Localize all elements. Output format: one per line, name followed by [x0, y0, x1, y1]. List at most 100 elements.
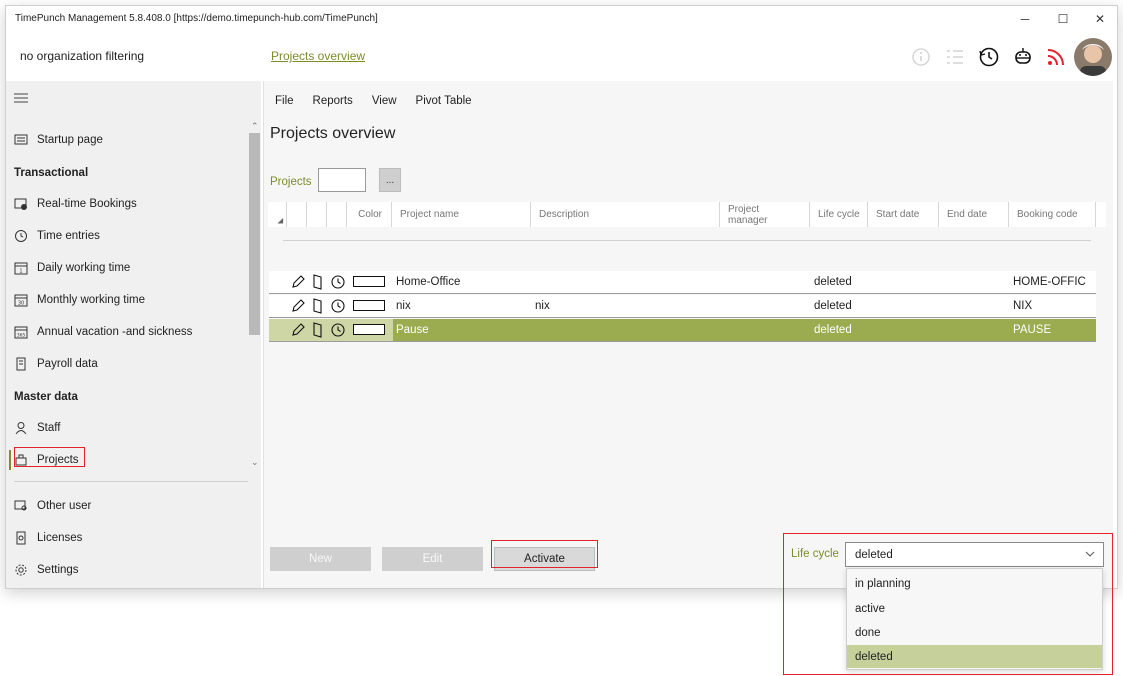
cell-project-name: Home-Office [396, 276, 461, 288]
document-icon [13, 356, 29, 372]
menu-view[interactable]: View [372, 95, 397, 113]
header-life-cycle[interactable]: Life cycle [810, 202, 868, 227]
option-done[interactable]: done [847, 621, 1102, 644]
sidebar-item-settings[interactable]: Settings [13, 559, 79, 581]
menu-reports[interactable]: Reports [313, 95, 353, 113]
cell-booking-code: PAUSE [1013, 324, 1052, 336]
gear-icon [13, 562, 29, 578]
info-icon[interactable] [910, 46, 932, 68]
sidebar-item-label: Staff [37, 422, 61, 434]
cell-project-name: Pause [396, 324, 429, 336]
projects-browse-button[interactable]: ... [379, 168, 401, 192]
robot-icon[interactable] [1012, 46, 1034, 68]
clock-icon [13, 228, 29, 244]
sidebar-item-label: Startup page [37, 134, 103, 146]
clock-screen-icon [13, 196, 29, 212]
edit-button[interactable]: Edit [382, 547, 483, 571]
life-cycle-select[interactable]: deleted [845, 542, 1104, 567]
cell-booking-code: NIX [1013, 300, 1033, 312]
cell-life-cycle: deleted [814, 324, 852, 336]
select-all-corner[interactable] [268, 202, 287, 227]
header-description[interactable]: Description [531, 202, 720, 227]
option-active[interactable]: active [847, 597, 1102, 620]
sidebar-item-real-time-bookings[interactable]: Real-time Bookings [13, 193, 137, 215]
screen-icon [13, 132, 29, 148]
breadcrumb-projects-overview[interactable]: Projects overview [271, 49, 365, 63]
user-avatar[interactable] [1074, 38, 1112, 76]
sidebar-item-label: Settings [37, 564, 79, 576]
header-color[interactable]: Color [347, 202, 392, 227]
cell-booking-code: HOME-OFFIC [1013, 276, 1086, 288]
pencil-icon[interactable] [290, 298, 306, 314]
option-deleted[interactable]: deleted [847, 645, 1102, 668]
sidebar-item-annual-vacation[interactable]: 365 Annual vacation -and sickness [13, 321, 192, 343]
sidebar-item-label: Monthly working time [37, 294, 146, 306]
life-cycle-selected-value: deleted [855, 548, 893, 561]
sidebar-item-daily-working-time[interactable]: 1 Daily working time [13, 257, 130, 279]
header-edit-col [287, 202, 307, 227]
menu-file[interactable]: File [275, 95, 294, 113]
row-action-icons [269, 295, 393, 317]
sidebar-item-label: Time entries [37, 230, 100, 242]
person-icon [13, 420, 29, 436]
scroll-up-icon[interactable]: ⌃ [251, 121, 259, 132]
hamburger-menu-icon[interactable] [14, 93, 28, 103]
projects-label: Projects [270, 176, 312, 188]
sidebar: Startup page Transactional Real-time Boo… [6, 81, 261, 588]
cell-life-cycle: deleted [814, 276, 852, 288]
clock-icon[interactable] [330, 298, 346, 314]
document-open-icon[interactable] [310, 274, 326, 290]
table-row-selected[interactable]: Pause deleted PAUSE [269, 319, 1096, 342]
sidebar-item-label: Other user [37, 500, 92, 512]
sidebar-item-staff[interactable]: Staff [13, 417, 60, 439]
sidebar-item-startup-page[interactable]: Startup page [13, 129, 103, 151]
maximize-button[interactable]: ☐ [1049, 8, 1077, 30]
organization-filter[interactable]: no organization filtering [20, 49, 144, 63]
sidebar-item-label: Annual vacation -and sickness [37, 326, 193, 338]
sidebar-item-other-user[interactable]: Other user [13, 495, 91, 517]
projects-highlight-outline [14, 447, 85, 467]
row-action-icons [269, 319, 393, 341]
table-row[interactable]: nix nix deleted NIX [269, 295, 1096, 318]
sidebar-item-payroll-data[interactable]: Payroll data [13, 353, 98, 375]
option-in-planning[interactable]: in planning [847, 572, 1102, 595]
sidebar-item-time-entries[interactable]: Time entries [13, 225, 100, 247]
clock-icon[interactable] [330, 322, 346, 338]
header-booking-code[interactable]: Booking code [1009, 202, 1096, 227]
document-open-icon[interactable] [310, 298, 326, 314]
header-doc-col [307, 202, 327, 227]
sidebar-item-licenses[interactable]: Licenses [13, 527, 82, 549]
table-row[interactable]: Home-Office deleted HOME-OFFIC [269, 271, 1096, 294]
header-clock-col [327, 202, 347, 227]
list-icon[interactable] [944, 46, 966, 68]
feed-icon[interactable] [1045, 46, 1067, 68]
sidebar-item-label: Payroll data [37, 358, 98, 370]
cell-life-cycle: deleted [814, 300, 852, 312]
projects-input[interactable] [318, 168, 366, 192]
page-title: Projects overview [270, 125, 396, 142]
header-project-manager[interactable]: Project manager [720, 202, 810, 227]
sidebar-divider [14, 481, 248, 482]
new-button[interactable]: New [270, 547, 371, 571]
scroll-down-icon[interactable]: ⌄ [251, 457, 259, 468]
sidebar-item-monthly-working-time[interactable]: 30 Monthly working time [13, 289, 145, 311]
title-bar: TimePunch Management 5.8.408.0 [https://… [6, 6, 1117, 32]
close-button[interactable]: ✕ [1086, 8, 1114, 30]
main-content: File Reports View Pivot Table Projects o… [263, 81, 1113, 588]
minimize-button[interactable]: ─ [1011, 8, 1039, 30]
license-icon [13, 530, 29, 546]
sidebar-item-label: Daily working time [37, 262, 131, 274]
pencil-icon[interactable] [290, 274, 306, 290]
calendar-365-icon: 365 [13, 324, 29, 340]
pencil-icon[interactable] [290, 322, 306, 338]
header-end-date[interactable]: End date [939, 202, 1009, 227]
menu-pivot-table[interactable]: Pivot Table [416, 95, 472, 113]
clock-icon[interactable] [330, 274, 346, 290]
filter-row[interactable] [283, 240, 1091, 241]
header-start-date[interactable]: Start date [868, 202, 939, 227]
header-project-name[interactable]: Project name [392, 202, 531, 227]
history-icon[interactable] [978, 46, 1000, 68]
sidebar-scroll-thumb[interactable] [249, 133, 260, 335]
document-open-icon[interactable] [310, 322, 326, 338]
active-indicator [9, 450, 11, 470]
